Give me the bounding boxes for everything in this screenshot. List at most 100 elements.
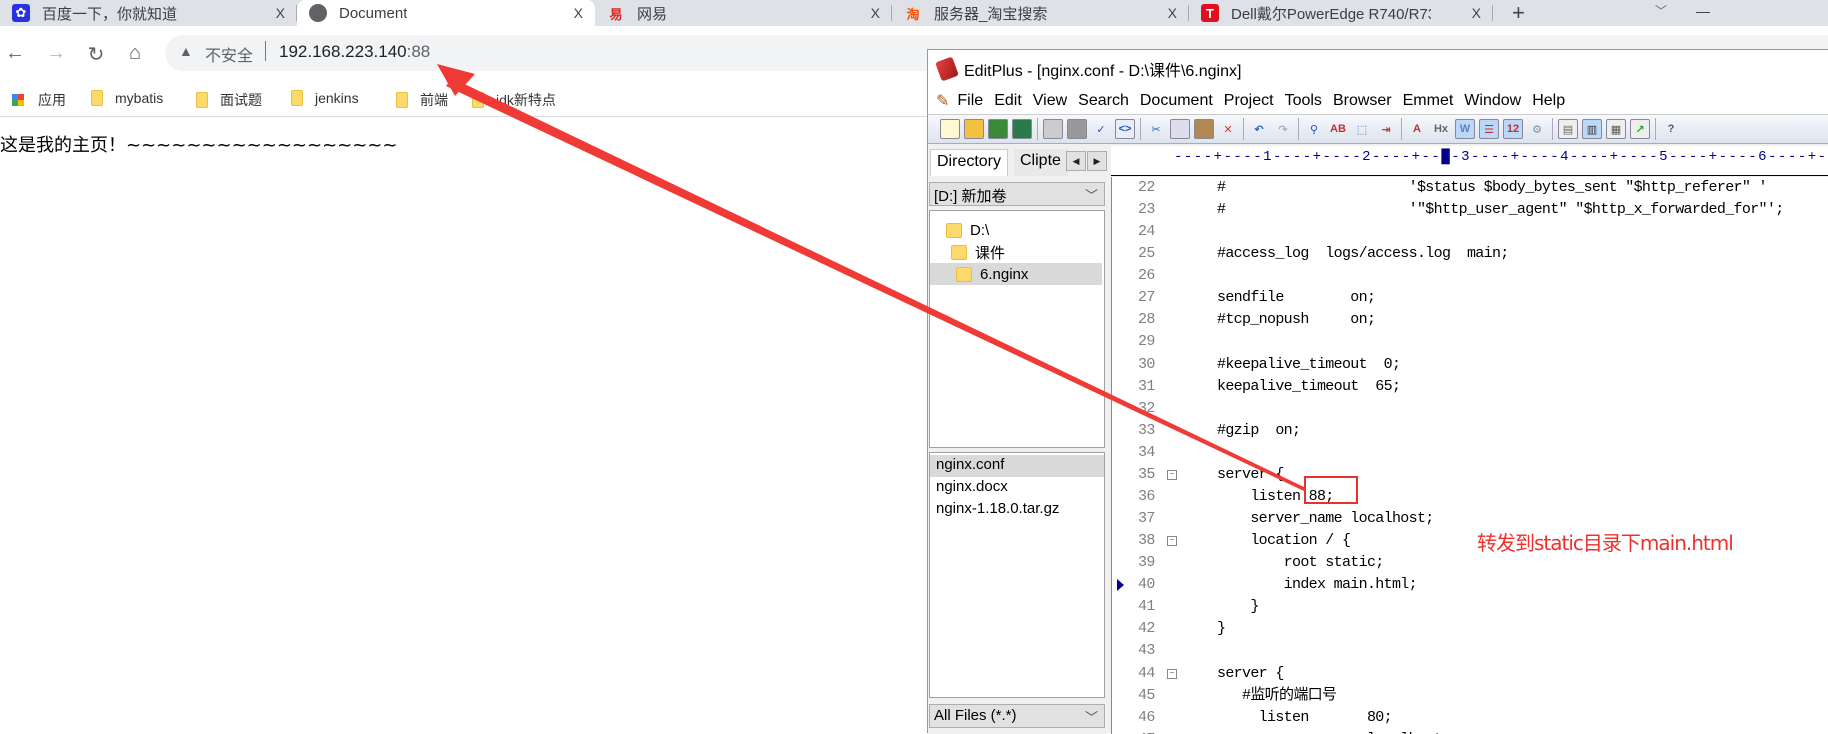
line-number: 42 (1138, 620, 1155, 638)
fold-toggle-icon[interactable]: − (1167, 469, 1177, 480)
close-tab-button[interactable]: X (574, 5, 583, 21)
url-text[interactable]: 192.168.223.140:88 (279, 42, 430, 62)
tab-scroll-left-button[interactable]: ◀ (1066, 151, 1086, 171)
delete-icon[interactable]: ✕ (1218, 119, 1238, 139)
tab-search-icon[interactable]: ﹀ (1655, 2, 1667, 19)
open-file-icon[interactable] (964, 119, 984, 139)
close-tab-button[interactable]: X (1472, 5, 1481, 21)
html-preview-icon[interactable]: <> (1115, 119, 1135, 139)
back-button[interactable]: ← (2, 42, 28, 65)
redo-icon[interactable]: ↷ (1273, 119, 1293, 139)
tree-item[interactable]: D:\ (930, 219, 1102, 241)
forward-button[interactable]: → (43, 42, 69, 65)
reload-button[interactable]: ↻ (83, 42, 109, 67)
tab-directory[interactable]: Directory (930, 149, 1009, 176)
menu-edit[interactable]: Edit (994, 92, 1022, 110)
tab-3[interactable]: 淘服务器_淘宝搜索 X (892, 0, 1189, 26)
minimize-button[interactable] (1696, 12, 1710, 13)
new-file-icon[interactable] (940, 119, 960, 139)
menu-view[interactable]: View (1033, 92, 1067, 110)
goto-icon[interactable]: ⬚ (1352, 119, 1372, 139)
replace-icon[interactable]: AB (1328, 119, 1348, 139)
hex-icon[interactable]: Hx (1431, 119, 1451, 139)
toolbar-separator (1140, 118, 1141, 140)
toggle-output-icon[interactable]: ▦ (1606, 119, 1626, 139)
line-number: 44 (1138, 664, 1155, 682)
close-tab-button[interactable]: X (1168, 5, 1177, 21)
line-number: 26 (1138, 267, 1155, 285)
line-number: 32 (1138, 399, 1155, 417)
menu-search[interactable]: Search (1078, 92, 1129, 110)
line-number-icon[interactable]: 12 (1503, 119, 1523, 139)
editplus-window: EditPlus - [nginx.conf - D:\课件\6.nginx] … (927, 49, 1828, 734)
menu-window[interactable]: Window (1464, 92, 1521, 110)
indent-icon[interactable]: ⇥ (1376, 119, 1396, 139)
toolbar-separator (1401, 118, 1402, 140)
home-button[interactable]: ⌂ (122, 42, 148, 65)
bookmark-5[interactable]: jdk新特点 (472, 90, 556, 110)
url-host: 192.168.223.140 (279, 42, 407, 61)
file-item[interactable]: nginx.docx (930, 477, 1104, 499)
fullscreen-icon[interactable]: ↗ (1630, 119, 1650, 139)
code-line: 29 (1112, 331, 1828, 353)
menu-document[interactable]: Document (1140, 92, 1213, 110)
tab-1[interactable]: ● Document X (297, 0, 595, 26)
cut-icon[interactable]: ✂ (1146, 119, 1166, 139)
code-line: 32 (1112, 398, 1828, 420)
file-item[interactable]: nginx-1.18.0.tar.gz (930, 499, 1104, 521)
bookmark-1[interactable]: mybatis (91, 90, 163, 106)
fold-toggle-icon[interactable]: − (1167, 668, 1177, 679)
word-wrap-icon[interactable]: W (1455, 119, 1475, 139)
toolbar-separator (1037, 118, 1038, 140)
line-indent-icon[interactable]: ☰ (1479, 119, 1499, 139)
editplus-title-bar: EditPlus - [nginx.conf - D:\课件\6.nginx] (928, 50, 1828, 88)
help-icon[interactable]: ? (1661, 119, 1681, 139)
toggle-directory-icon[interactable]: ▥ (1582, 119, 1602, 139)
close-tab-button[interactable]: X (871, 5, 880, 21)
menu-help[interactable]: Help (1532, 92, 1565, 110)
tab-0[interactable]: ✿ 百度一下，你就知道 X (0, 0, 297, 26)
copy-icon[interactable] (1170, 119, 1190, 139)
bookmark-0[interactable]: 应用 (12, 90, 66, 110)
new-tab-button[interactable]: + (1512, 0, 1525, 26)
save-icon[interactable] (988, 119, 1008, 139)
toggle-panel-icon[interactable]: ▤ (1558, 119, 1578, 139)
settings-icon[interactable]: ⚙ (1527, 119, 1547, 139)
menu-project[interactable]: Project (1224, 92, 1274, 110)
ruler: ----+----1----+----2----+--█-3----+----4… (1111, 146, 1828, 176)
tree-item[interactable]: 课件 (930, 241, 1102, 263)
code-text: keepalive_timeout 65; (1217, 377, 1401, 395)
menu-tools[interactable]: Tools (1285, 92, 1322, 110)
print-icon[interactable] (1067, 119, 1087, 139)
menu-file[interactable]: File (957, 92, 983, 110)
save-all-icon[interactable] (1012, 119, 1032, 139)
tab-scroll-right-button[interactable]: ▶ (1087, 151, 1107, 171)
drive-select[interactable]: [D:] 新加卷 ﹀ (929, 182, 1105, 206)
bookmark-2[interactable]: 面试题 (196, 90, 262, 110)
spell-check-icon[interactable]: ✓ (1091, 119, 1111, 139)
print-preview-icon[interactable] (1043, 119, 1063, 139)
bookmark-3[interactable]: jenkins (291, 90, 359, 106)
tab-cliptext[interactable]: Clipte (1014, 149, 1068, 176)
code-line: 47 server_name localhost; (1112, 729, 1828, 734)
window-title: EditPlus - [nginx.conf - D:\课件\6.nginx] (964, 63, 1242, 80)
menu-emmet[interactable]: Emmet (1403, 92, 1454, 110)
menu-browser[interactable]: Browser (1333, 92, 1392, 110)
undo-icon[interactable]: ↶ (1249, 119, 1269, 139)
tree-item[interactable]: 6.nginx (930, 263, 1102, 285)
security-label: 不安全 (205, 48, 254, 65)
font-icon[interactable]: A (1407, 119, 1427, 139)
warning-icon[interactable]: ▲ (179, 43, 193, 59)
fold-toggle-icon[interactable]: − (1167, 536, 1177, 547)
chevron-down-icon: ﹀ (1084, 710, 1098, 725)
tab-2[interactable]: 易网易 X (595, 0, 892, 26)
paste-icon[interactable] (1194, 119, 1214, 139)
file-filter-select[interactable]: All Files (*.*) ﹀ (929, 704, 1105, 728)
file-item[interactable]: nginx.conf (930, 455, 1104, 477)
line-number: 27 (1138, 289, 1155, 307)
tab-4[interactable]: T Dell戴尔PowerEdge R740/R730 X (1189, 0, 1493, 26)
find-icon[interactable]: ⚲ (1304, 119, 1324, 139)
bookmark-4[interactable]: 前端 (396, 90, 448, 110)
code-editor[interactable]: 22 # '$status $body_bytes_sent "$http_ref… (1111, 177, 1828, 734)
close-tab-button[interactable]: X (276, 5, 285, 21)
